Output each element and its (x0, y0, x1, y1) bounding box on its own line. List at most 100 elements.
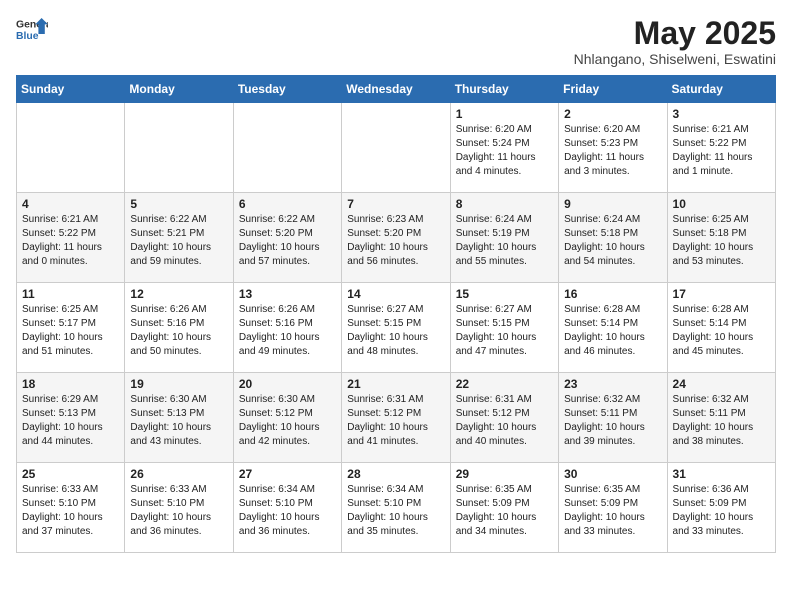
day-number: 26 (130, 467, 227, 481)
day-info: Sunrise: 6:25 AMSunset: 5:18 PMDaylight:… (673, 213, 770, 269)
day-info: Sunrise: 6:31 AMSunset: 5:12 PMDaylight:… (347, 393, 444, 449)
day-cell: 5Sunrise: 6:22 AMSunset: 5:21 PMDaylight… (125, 193, 233, 283)
day-number: 17 (673, 287, 770, 301)
day-cell: 11 Sunrise: 6:25 AMSunset: 5:17 PMDayligh… (17, 283, 125, 373)
day-info: Sunrise: 6:21 AMSunset: 5:22 PMDaylight:… (22, 213, 119, 269)
day-cell: 23 Sunrise: 6:32 AMSunset: 5:11 PMDayligh… (559, 373, 667, 463)
weekday-header-tuesday: Tuesday (233, 76, 341, 103)
day-info: Sunrise: 6:27 AMSunset: 5:15 PMDaylight:… (347, 303, 444, 359)
week-row-1: 1Sunrise: 6:20 AMSunset: 5:24 PMDaylight… (17, 103, 776, 193)
day-info: Sunrise: 6:26 AMSunset: 5:16 PMDaylight:… (130, 303, 227, 359)
weekday-header-monday: Monday (125, 76, 233, 103)
day-number: 15 (456, 287, 553, 301)
day-cell: 27 Sunrise: 6:34 AMSunset: 5:10 PMDayligh… (233, 463, 341, 553)
day-number: 28 (347, 467, 444, 481)
day-number: 2 (564, 107, 661, 121)
day-cell: 22 Sunrise: 6:31 AMSunset: 5:12 PMDayligh… (450, 373, 558, 463)
day-info: Sunrise: 6:31 AMSunset: 5:12 PMDaylight:… (456, 393, 553, 449)
day-cell: 25 Sunrise: 6:33 AMSunset: 5:10 PMDayligh… (17, 463, 125, 553)
day-info: Sunrise: 6:22 AMSunset: 5:20 PMDaylight:… (239, 213, 336, 269)
day-cell (342, 103, 450, 193)
day-cell: 20 Sunrise: 6:30 AMSunset: 5:12 PMDayligh… (233, 373, 341, 463)
day-number: 22 (456, 377, 553, 391)
day-cell: 29 Sunrise: 6:35 AMSunset: 5:09 PMDayligh… (450, 463, 558, 553)
day-number: 7 (347, 197, 444, 211)
logo: General Blue (16, 16, 48, 44)
day-cell: 8Sunrise: 6:24 AMSunset: 5:19 PMDaylight… (450, 193, 558, 283)
day-number: 13 (239, 287, 336, 301)
weekday-header-wednesday: Wednesday (342, 76, 450, 103)
day-cell: 15 Sunrise: 6:27 AMSunset: 5:15 PMDayligh… (450, 283, 558, 373)
day-number: 23 (564, 377, 661, 391)
day-info: Sunrise: 6:34 AMSunset: 5:10 PMDaylight:… (347, 483, 444, 539)
day-cell: 31Sunrise: 6:36 AMSunset: 5:09 PMDayligh… (667, 463, 775, 553)
day-info: Sunrise: 6:24 AMSunset: 5:18 PMDaylight:… (564, 213, 661, 269)
day-info: Sunrise: 6:35 AMSunset: 5:09 PMDaylight:… (456, 483, 553, 539)
day-cell: 10 Sunrise: 6:25 AMSunset: 5:18 PMDayligh… (667, 193, 775, 283)
day-cell: 7Sunrise: 6:23 AMSunset: 5:20 PMDaylight… (342, 193, 450, 283)
day-number: 24 (673, 377, 770, 391)
day-cell: 13 Sunrise: 6:26 AMSunset: 5:16 PMDayligh… (233, 283, 341, 373)
day-number: 5 (130, 197, 227, 211)
day-info: Sunrise: 6:33 AMSunset: 5:10 PMDaylight:… (130, 483, 227, 539)
day-cell: 1Sunrise: 6:20 AMSunset: 5:24 PMDaylight… (450, 103, 558, 193)
day-number: 19 (130, 377, 227, 391)
logo-icon: General Blue (16, 16, 48, 44)
day-number: 1 (456, 107, 553, 121)
day-cell: 30 Sunrise: 6:35 AMSunset: 5:09 PMDayligh… (559, 463, 667, 553)
day-number: 6 (239, 197, 336, 211)
day-cell: 24 Sunrise: 6:32 AMSunset: 5:11 PMDayligh… (667, 373, 775, 463)
day-info: Sunrise: 6:32 AMSunset: 5:11 PMDaylight:… (564, 393, 661, 449)
day-number: 11 (22, 287, 119, 301)
day-cell: 16Sunrise: 6:28 AMSunset: 5:14 PMDayligh… (559, 283, 667, 373)
day-cell: 6 Sunrise: 6:22 AMSunset: 5:20 PMDaylight… (233, 193, 341, 283)
day-info: Sunrise: 6:30 AMSunset: 5:13 PMDaylight:… (130, 393, 227, 449)
day-info: Sunrise: 6:30 AMSunset: 5:12 PMDaylight:… (239, 393, 336, 449)
day-info: Sunrise: 6:21 AMSunset: 5:22 PMDaylight:… (673, 123, 770, 179)
day-cell: 28 Sunrise: 6:34 AMSunset: 5:10 PMDayligh… (342, 463, 450, 553)
day-cell: 19 Sunrise: 6:30 AMSunset: 5:13 PMDayligh… (125, 373, 233, 463)
week-row-5: 25 Sunrise: 6:33 AMSunset: 5:10 PMDayligh… (17, 463, 776, 553)
day-info: Sunrise: 6:32 AMSunset: 5:11 PMDaylight:… (673, 393, 770, 449)
day-number: 20 (239, 377, 336, 391)
day-cell: 2 Sunrise: 6:20 AMSunset: 5:23 PMDaylight… (559, 103, 667, 193)
day-info: Sunrise: 6:35 AMSunset: 5:09 PMDaylight:… (564, 483, 661, 539)
day-cell: 21 Sunrise: 6:31 AMSunset: 5:12 PMDayligh… (342, 373, 450, 463)
day-number: 3 (673, 107, 770, 121)
day-number: 9 (564, 197, 661, 211)
day-number: 8 (456, 197, 553, 211)
day-number: 12 (130, 287, 227, 301)
svg-text:Blue: Blue (16, 31, 39, 42)
day-info: Sunrise: 6:26 AMSunset: 5:16 PMDaylight:… (239, 303, 336, 359)
day-info: Sunrise: 6:29 AMSunset: 5:13 PMDaylight:… (22, 393, 119, 449)
day-info: Sunrise: 6:25 AMSunset: 5:17 PMDaylight:… (22, 303, 119, 359)
day-number: 27 (239, 467, 336, 481)
day-info: Sunrise: 6:33 AMSunset: 5:10 PMDaylight:… (22, 483, 119, 539)
day-cell (233, 103, 341, 193)
day-number: 30 (564, 467, 661, 481)
day-number: 10 (673, 197, 770, 211)
day-cell: 17 Sunrise: 6:28 AMSunset: 5:14 PMDayligh… (667, 283, 775, 373)
day-cell: 26 Sunrise: 6:33 AMSunset: 5:10 PMDayligh… (125, 463, 233, 553)
day-cell (17, 103, 125, 193)
day-number: 4 (22, 197, 119, 211)
day-number: 18 (22, 377, 119, 391)
month-title: May 2025 (574, 16, 776, 51)
day-number: 29 (456, 467, 553, 481)
day-info: Sunrise: 6:27 AMSunset: 5:15 PMDaylight:… (456, 303, 553, 359)
weekday-header-thursday: Thursday (450, 76, 558, 103)
day-number: 25 (22, 467, 119, 481)
day-cell: 3 Sunrise: 6:21 AMSunset: 5:22 PMDaylight… (667, 103, 775, 193)
day-cell: 14Sunrise: 6:27 AMSunset: 5:15 PMDayligh… (342, 283, 450, 373)
week-row-4: 18 Sunrise: 6:29 AMSunset: 5:13 PMDayligh… (17, 373, 776, 463)
location-title: Nhlangano, Shiselweni, Eswatini (574, 51, 776, 67)
day-number: 21 (347, 377, 444, 391)
day-cell: 12 Sunrise: 6:26 AMSunset: 5:16 PMDayligh… (125, 283, 233, 373)
day-info: Sunrise: 6:28 AMSunset: 5:14 PMDaylight:… (673, 303, 770, 359)
day-info: Sunrise: 6:20 AMSunset: 5:23 PMDaylight:… (564, 123, 661, 179)
calendar-table: SundayMondayTuesdayWednesdayThursdayFrid… (16, 75, 776, 553)
day-info: Sunrise: 6:34 AMSunset: 5:10 PMDaylight:… (239, 483, 336, 539)
day-number: 31 (673, 467, 770, 481)
weekday-header-saturday: Saturday (667, 76, 775, 103)
title-block: May 2025 Nhlangano, Shiselweni, Eswatini (574, 16, 776, 67)
